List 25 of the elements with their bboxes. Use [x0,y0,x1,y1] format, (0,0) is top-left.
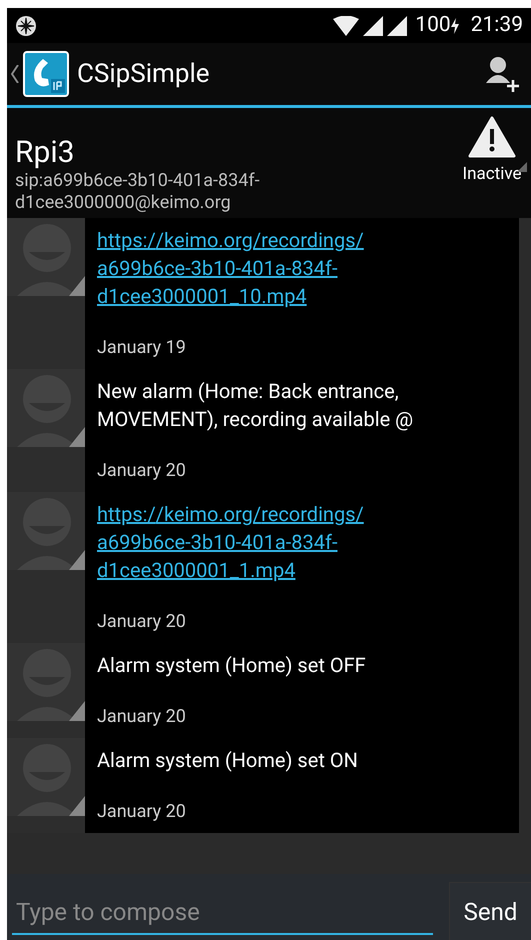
message-date: January 20 [97,800,187,824]
message-date: January 19 [97,336,187,360]
back-caret-icon [11,65,19,83]
phone-app-icon [23,51,69,97]
app-title: CSipSimple [77,58,210,90]
signal-icon [387,16,408,36]
contact-address: sip:a699b6ce-3b10-401a-834f-d1cee3000000@keimo.org [15,170,261,214]
clock-time: 21:39 [470,12,523,39]
contact-name: Rpi3 [15,136,76,170]
wifi-icon [333,16,360,36]
signal-icon [363,16,384,36]
account-status-button[interactable]: Inactive [457,108,527,218]
message-link[interactable]: https://keimo.org/recordings/a699b6ce-3b10-401a-834f-d1cee3000001_1.mp4 [97,500,427,584]
message-date: January 20 [97,610,187,634]
message-date: January 20 [97,705,187,729]
send-button[interactable]: Send [449,882,531,940]
compass-icon [15,14,37,36]
warning-icon [468,116,516,158]
battery-level: 100 [415,12,451,39]
message-text: Alarm system (Home) set OFF [97,652,367,679]
message-text: New alarm (Home: Back entrance, MOVEMENT), recording available @ [97,378,414,433]
message-date: January 20 [97,459,187,483]
charging-icon [450,18,459,34]
message-link[interactable]: https://keimo.org/recordings/a699b6ce-3b10-401a-834f-d1cee3000001_10.mp4 [97,226,427,310]
message-text: Alarm system (Home) set ON [97,747,359,774]
